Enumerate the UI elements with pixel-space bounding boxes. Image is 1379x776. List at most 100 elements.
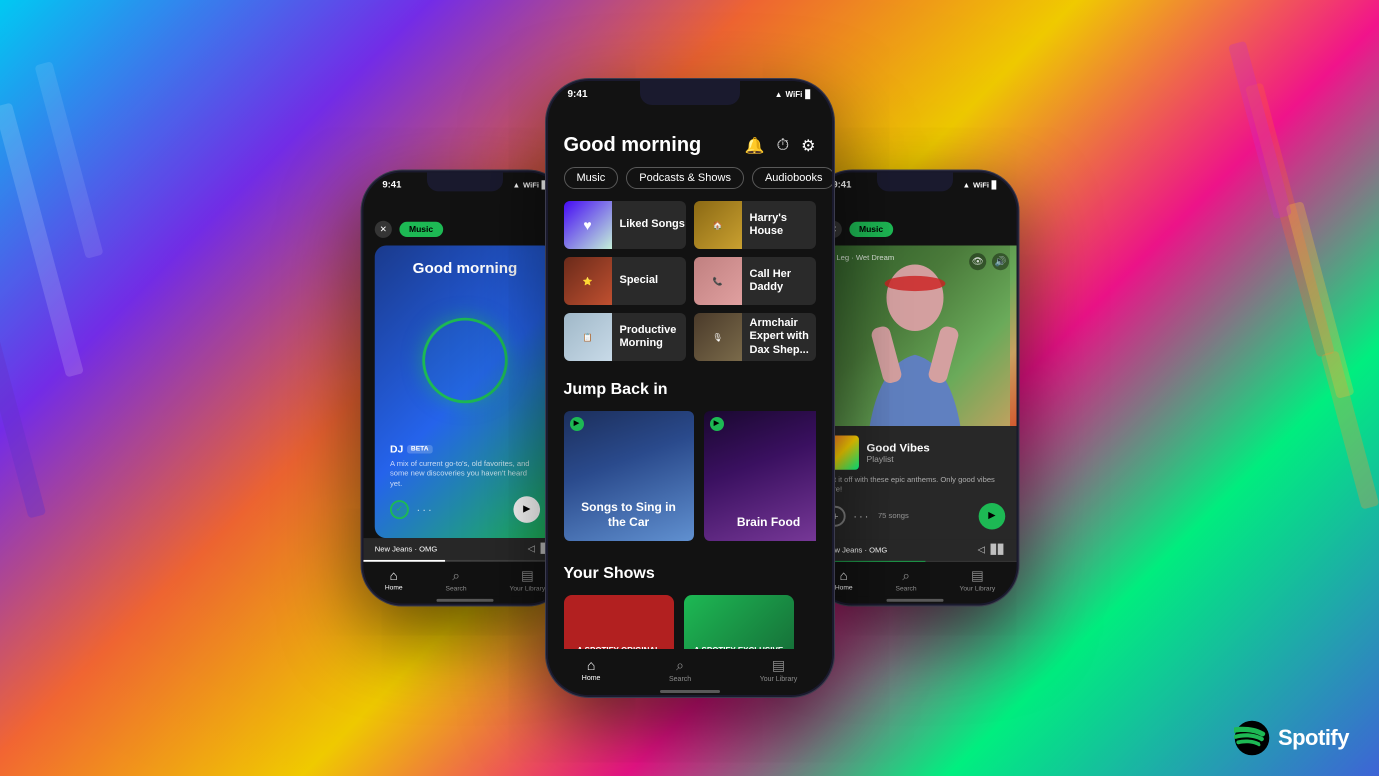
harrys-house-thumb: 🏠 (694, 201, 742, 249)
tab-music[interactable]: Music (564, 167, 619, 189)
nav-home-left[interactable]: ⌂ Home (384, 568, 402, 593)
album-art-photo (813, 246, 1016, 426)
mini-player-controls-right: ◁ ▊▊ (977, 544, 1005, 554)
show-2-bg: A SPOTIFY EXCLUSIVE (684, 595, 794, 649)
phone-center: 9:41 ▲ WiFi ▊ Good morning 🔔 ⏱ ⚙ (545, 78, 835, 698)
status-icons-left: ▲ WiFi ▊ (512, 181, 547, 190)
brain-food-card[interactable]: ▶ Brain Food (704, 411, 816, 541)
nav-library-label-left: Your Library (509, 586, 545, 593)
art-volume-icon[interactable]: 🔊 (991, 253, 1008, 270)
phone-right: 9:41 ▲ WiFi ▊ ✕ Music (810, 170, 1019, 607)
nav-library-label-right: Your Library (959, 586, 995, 593)
show-1-bg: A SPOTIFY ORIGINAL (564, 595, 674, 649)
quick-item-productive-morning[interactable]: 📋 Productive Morning (564, 313, 686, 361)
mini-player-left[interactable]: New Jeans · OMG ◁ ▊▊ (363, 538, 566, 560)
nav-search-right[interactable]: ⌕ Search (895, 568, 916, 593)
nav-search-center[interactable]: ⌕ Search (669, 657, 691, 683)
search-icon-center: ⌕ (676, 657, 684, 674)
home-indicator-right (886, 599, 943, 601)
songs-count: 75 songs (877, 512, 908, 521)
music-pill-left[interactable]: Music (399, 222, 442, 237)
timer-icon[interactable]: ⏱ (777, 137, 789, 155)
nav-library-center[interactable]: ▤ Your Library (760, 657, 798, 683)
spotify-logo: Spotify (1234, 720, 1349, 756)
gear-icon[interactable]: ⚙ (801, 136, 815, 156)
home-icon-center: ⌂ (587, 657, 595, 673)
nav-library-left[interactable]: ▤ Your Library (509, 568, 545, 593)
more-options-button-right[interactable]: ··· (853, 509, 870, 522)
quick-item-call-her-daddy[interactable]: 📞 Call Her Daddy (694, 257, 816, 305)
bottom-nav-right: ⌂ Home ⌕ Search ▤ Your Library (813, 562, 1016, 596)
more-options-button[interactable]: ··· (416, 503, 433, 516)
songs-car-label: Songs to Sing in the Car (574, 500, 684, 531)
check-button[interactable]: ✓ (389, 500, 408, 519)
dj-card: Good morning DJ BETA A mix of current go… (374, 246, 555, 539)
quick-item-special[interactable]: ⭐ Special (564, 257, 686, 305)
play-button-right[interactable]: ▶ (978, 503, 1005, 530)
shows-grid[interactable]: A SPOTIFY ORIGINAL A SPOTIFY EXCLUSIVE (564, 595, 816, 649)
quick-item-armchair-expert[interactable]: 🎙 Armchair Expert with Dax Shep... (694, 313, 816, 361)
content-scroll[interactable]: ♥ Liked Songs 🏠 Harry's House ⭐ Special (548, 201, 832, 649)
tab-podcasts[interactable]: Podcasts & Shows (626, 167, 744, 189)
home-icon-right: ⌂ (839, 568, 847, 583)
header-icons: 🔔 ⏱ ⚙ (745, 136, 816, 156)
notch-left (427, 172, 503, 191)
nav-search-label-center: Search (669, 676, 691, 683)
show-card-1[interactable]: A SPOTIFY ORIGINAL (564, 595, 674, 649)
right-top-bar: ✕ Music (813, 194, 1016, 245)
left-screen: 9:41 ▲ WiFi ▊ ✕ Music Good morning (363, 172, 566, 603)
mini-player-right[interactable]: New Jeans · OMG ◁ ▊▊ (813, 539, 1016, 561)
center-screen: 9:41 ▲ WiFi ▊ Good morning 🔔 ⏱ ⚙ (548, 81, 832, 695)
bell-icon[interactable]: 🔔 (745, 136, 765, 156)
liked-songs-label: Liked Songs (620, 218, 685, 231)
quick-item-harrys-house[interactable]: 🏠 Harry's House (694, 201, 816, 249)
page-title-center: Good morning (564, 134, 702, 157)
left-top-bar: ✕ Music (363, 194, 566, 245)
productive-morning-thumb: 📋 (564, 313, 612, 361)
play-button-left[interactable]: ▶ (513, 496, 540, 523)
art-eye-icon[interactable]: 👁 (969, 253, 986, 270)
harrys-house-label: Harry's House (750, 212, 816, 238)
brain-food-label: Brain Food (737, 515, 800, 531)
tab-audiobooks[interactable]: Audiobooks (752, 167, 832, 189)
back-icon-right[interactable]: ◁ (977, 544, 984, 554)
notch-right (877, 172, 953, 191)
dj-label-area: DJ BETA A mix of current go-to's, old fa… (389, 444, 539, 523)
close-button-left[interactable]: ✕ (374, 221, 391, 238)
art-controls: 👁 🔊 (969, 253, 1009, 270)
call-her-daddy-thumb: 📞 (694, 257, 742, 305)
phone-left: 9:41 ▲ WiFi ▊ ✕ Music Good morning (360, 170, 569, 607)
quick-item-liked-songs[interactable]: ♥ Liked Songs (564, 201, 686, 249)
playlist-name: Good Vibes (866, 441, 929, 454)
music-pill-right[interactable]: Music (849, 222, 892, 237)
special-label: Special (620, 274, 659, 287)
phones-container: 9:41 ▲ WiFi ▊ ✕ Music Good morning (0, 0, 1379, 776)
prev-icon[interactable]: ◁ (527, 544, 534, 554)
nav-search-label-right: Search (895, 586, 916, 593)
playlist-description: Set it off with these epic anthems. Only… (824, 475, 1005, 495)
songs-car-card[interactable]: ▶ Songs to Sing in the Car (564, 411, 694, 541)
nav-home-right[interactable]: ⌂ Home (834, 568, 852, 593)
nav-library-right[interactable]: ▤ Your Library (959, 568, 995, 593)
jump-back-in-title: Jump Back in (564, 381, 816, 399)
bottom-nav-center: ⌂ Home ⌕ Search ▤ Your Library (548, 649, 832, 687)
library-icon-center: ▤ (772, 657, 785, 674)
bars-icon-right[interactable]: ▊▊ (990, 544, 1005, 554)
phone-left-inner: 9:41 ▲ WiFi ▊ ✕ Music Good morning (363, 172, 566, 603)
jump-back-in-scroll[interactable]: ▶ Songs to Sing in the Car ▶ Brain Food (564, 411, 816, 545)
dj-circle (422, 318, 508, 404)
nav-search-left[interactable]: ⌕ Search (445, 568, 466, 593)
nav-home-label-left: Home (384, 585, 402, 592)
show-card-2[interactable]: A SPOTIFY EXCLUSIVE (684, 595, 794, 649)
search-icon: ⌕ (452, 568, 459, 584)
nav-home-center[interactable]: ⌂ Home (582, 657, 601, 683)
playlist-text-info: Good Vibes Playlist (866, 441, 929, 464)
time-center: 9:41 (568, 89, 588, 100)
status-icons-right: ▲ WiFi ▊ (962, 181, 997, 190)
armchair-expert-label: Armchair Expert with Dax Shep... (750, 317, 816, 357)
playlist-info-card: Good Vibes Playlist Set it off with thes… (813, 426, 1016, 539)
spotify-icon (1234, 720, 1270, 756)
playlist-meta: Good Vibes Playlist (824, 435, 1005, 469)
call-her-daddy-label: Call Her Daddy (750, 268, 816, 294)
playlist-left-actions: + ··· 75 songs (824, 506, 908, 527)
